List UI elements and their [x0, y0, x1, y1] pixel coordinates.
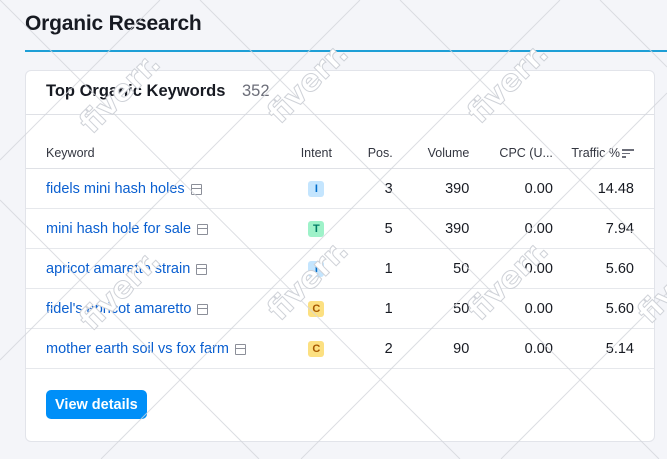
- traffic-cell: 5.60: [552, 248, 654, 289]
- column-header-cpc[interactable]: CPC (U...: [469, 138, 553, 169]
- intent-badge[interactable]: I: [308, 261, 325, 277]
- keyword-link[interactable]: mother earth soil vs fox farm: [46, 341, 229, 357]
- keyword-count: 352: [242, 82, 270, 100]
- traffic-cell: 5.14: [552, 328, 654, 369]
- position-cell: 1: [357, 248, 393, 289]
- cpc-cell: 0.00: [469, 248, 553, 289]
- traffic-cell: 5.60: [552, 288, 654, 329]
- table-row: mini hash hole for sale T 5 390 0.00 7.9…: [26, 208, 654, 249]
- serp-features-icon[interactable]: [190, 183, 202, 195]
- column-header-position[interactable]: Pos.: [357, 138, 393, 169]
- keyword-cell: mother earth soil vs fox farm: [26, 328, 276, 369]
- keyword-link[interactable]: apricot amaretto strain: [46, 261, 190, 277]
- traffic-header-label: Traffic %: [571, 146, 620, 160]
- volume-cell: 390: [392, 168, 470, 209]
- cpc-cell: 0.00: [469, 328, 553, 369]
- view-details-button[interactable]: View details: [46, 390, 147, 419]
- column-header-keyword[interactable]: Keyword: [26, 138, 276, 169]
- title-divider: [25, 50, 667, 52]
- intent-badge[interactable]: I: [308, 181, 325, 197]
- card-title: Top Organic Keywords: [46, 82, 226, 100]
- intent-cell: I: [275, 168, 358, 209]
- volume-cell: 390: [392, 208, 470, 249]
- keyword-cell: fidels mini hash holes: [26, 168, 276, 209]
- traffic-cell: 7.94: [552, 208, 654, 249]
- intent-badge[interactable]: C: [308, 301, 325, 317]
- serp-features-icon[interactable]: [197, 223, 209, 235]
- position-cell: 3: [357, 168, 393, 209]
- position-cell: 2: [357, 328, 393, 369]
- table-header-row: Keyword Intent Pos. Volume CPC (U... Tra…: [26, 138, 654, 169]
- keyword-link[interactable]: fidels mini hash holes: [46, 181, 185, 197]
- table-row: fidel's apricot amaretto C 1 50 0.00 5.6…: [26, 288, 654, 329]
- volume-cell: 90: [392, 328, 470, 369]
- intent-cell: T: [275, 208, 358, 249]
- intent-cell: I: [275, 248, 358, 289]
- intent-cell: C: [275, 328, 358, 369]
- keyword-cell: apricot amaretto strain: [26, 248, 276, 289]
- traffic-cell: 14.48: [552, 168, 654, 209]
- keyword-cell: fidel's apricot amaretto: [26, 288, 276, 329]
- position-cell: 1: [357, 288, 393, 329]
- intent-badge[interactable]: T: [308, 221, 325, 237]
- cpc-cell: 0.00: [469, 208, 553, 249]
- volume-cell: 50: [392, 288, 470, 329]
- page-title: Organic Research: [25, 12, 202, 35]
- serp-features-icon[interactable]: [234, 343, 246, 355]
- cpc-cell: 0.00: [469, 288, 553, 329]
- table-row: fidels mini hash holes I 3 390 0.00 14.4…: [26, 168, 654, 209]
- intent-badge[interactable]: C: [308, 341, 325, 357]
- column-header-intent[interactable]: Intent: [275, 138, 358, 169]
- keyword-link[interactable]: fidel's apricot amaretto: [46, 301, 191, 317]
- top-keywords-card: Top Organic Keywords 352 Keyword Intent …: [25, 70, 655, 442]
- table-row: apricot amaretto strain I 1 50 0.00 5.60: [26, 248, 654, 289]
- serp-features-icon[interactable]: [197, 303, 209, 315]
- keywords-table: Keyword Intent Pos. Volume CPC (U... Tra…: [26, 138, 654, 369]
- position-cell: 5: [357, 208, 393, 249]
- keyword-link[interactable]: mini hash hole for sale: [46, 221, 191, 237]
- column-header-traffic[interactable]: Traffic %: [552, 138, 654, 169]
- column-header-volume[interactable]: Volume: [392, 138, 470, 169]
- volume-cell: 50: [392, 248, 470, 289]
- cpc-cell: 0.00: [469, 168, 553, 209]
- serp-features-icon[interactable]: [196, 263, 208, 275]
- keyword-cell: mini hash hole for sale: [26, 208, 276, 249]
- sort-descending-icon[interactable]: [622, 149, 634, 158]
- table-row: mother earth soil vs fox farm C 2 90 0.0…: [26, 328, 654, 369]
- card-header: Top Organic Keywords 352: [26, 71, 654, 115]
- intent-cell: C: [275, 288, 358, 329]
